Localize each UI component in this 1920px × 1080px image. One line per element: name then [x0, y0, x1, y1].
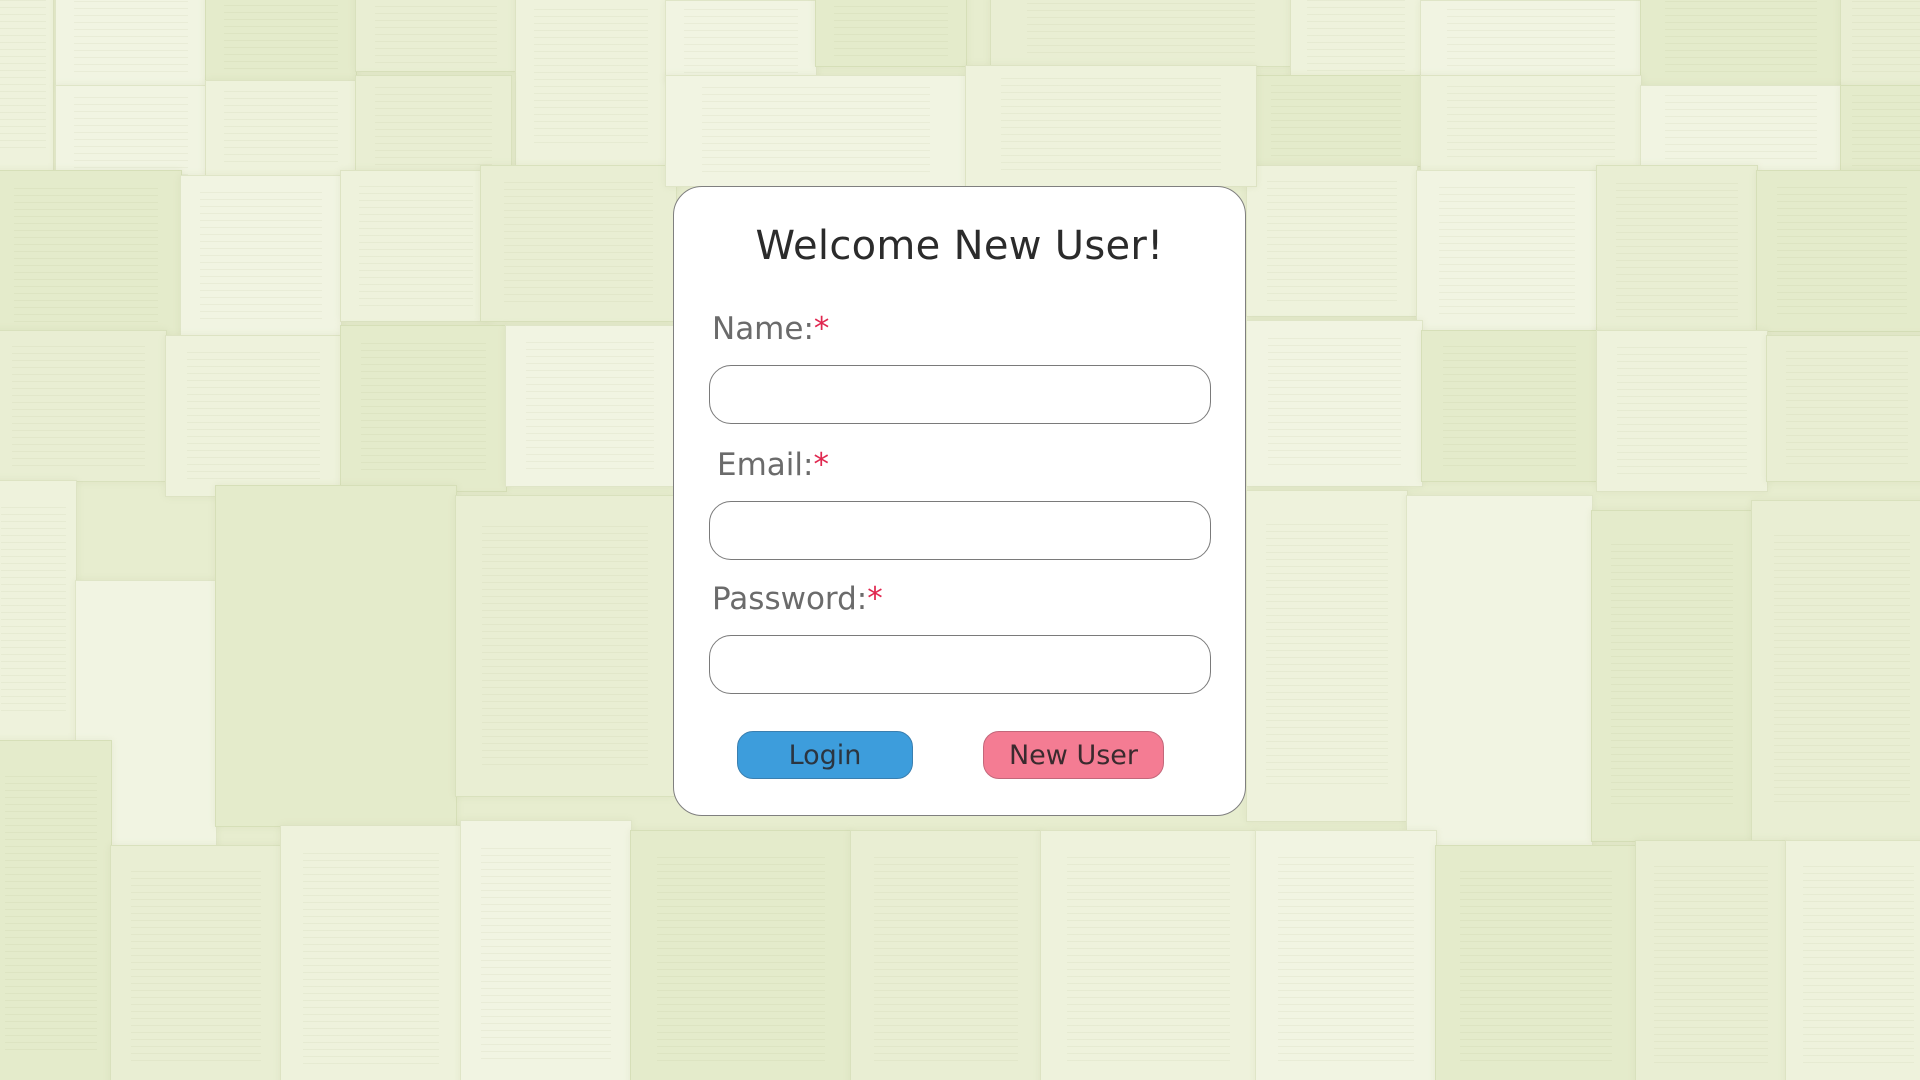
password-input[interactable] [709, 635, 1211, 694]
background-page [1420, 0, 1642, 77]
background-page [55, 0, 207, 87]
name-label: Name:* [712, 311, 829, 347]
background-page [1246, 490, 1408, 822]
background-page [0, 170, 182, 342]
background-page [665, 0, 817, 82]
background-page [1766, 335, 1920, 482]
background-page [205, 0, 357, 82]
background-page [515, 0, 667, 167]
background-page [1420, 75, 1642, 172]
background-page [1421, 330, 1598, 482]
background-page [1840, 85, 1920, 177]
background-page [110, 845, 282, 1080]
background-page [965, 65, 1257, 187]
login-button-label: Login [788, 739, 862, 771]
new-user-button-label: New User [1008, 739, 1138, 771]
background-page [1840, 0, 1920, 87]
background-page [165, 335, 342, 497]
background-page [1246, 165, 1418, 317]
background-page [1640, 0, 1842, 87]
background-page [0, 0, 54, 172]
form-title: Welcome New User! [755, 223, 1164, 269]
background-page [215, 485, 457, 827]
background-page [0, 480, 77, 742]
background-page [1596, 165, 1758, 337]
background-page [0, 330, 167, 482]
background-page [1756, 170, 1920, 332]
email-label: Email:* [717, 447, 829, 483]
name-input[interactable] [709, 365, 1211, 424]
email-label-text: Email: [717, 447, 814, 483]
background-page [850, 830, 1042, 1080]
background-page [280, 825, 462, 1080]
background-page [180, 175, 342, 337]
background-page [1250, 75, 1422, 167]
password-required-mark: * [867, 581, 883, 617]
background-page [1290, 0, 1422, 82]
name-required-mark: * [813, 311, 830, 347]
background-page [480, 165, 677, 322]
background-page [665, 75, 967, 187]
password-label: Password:* [712, 581, 883, 617]
background-page [1246, 320, 1423, 487]
background-page [455, 495, 675, 797]
background-page [1435, 845, 1637, 1080]
background-page [630, 830, 852, 1080]
email-input[interactable] [709, 501, 1211, 560]
background-page [1255, 830, 1437, 1080]
signup-card: Welcome New User! Name:* Email:* Passwor… [673, 186, 1246, 816]
background-page [1040, 830, 1257, 1080]
background-page [1591, 510, 1753, 842]
background-page [340, 170, 492, 322]
background-page [1751, 500, 1920, 842]
name-label-text: Name: [712, 311, 814, 347]
background-page [355, 0, 517, 72]
background-page [205, 80, 357, 177]
background-page [1635, 840, 1787, 1080]
background-page [990, 0, 1292, 67]
background-page [460, 820, 632, 1080]
new-user-button[interactable]: New User [983, 731, 1164, 779]
background-page [0, 740, 112, 1080]
background-page [505, 325, 675, 487]
background-page [1640, 85, 1842, 172]
email-required-mark: * [813, 447, 829, 483]
background-page [1406, 495, 1593, 847]
background-page [1785, 840, 1920, 1080]
background-page [1416, 170, 1598, 332]
background-page [340, 325, 507, 492]
password-label-text: Password: [712, 581, 868, 617]
login-button[interactable]: Login [737, 731, 913, 779]
background-page [1596, 330, 1768, 492]
background-page [815, 0, 967, 67]
